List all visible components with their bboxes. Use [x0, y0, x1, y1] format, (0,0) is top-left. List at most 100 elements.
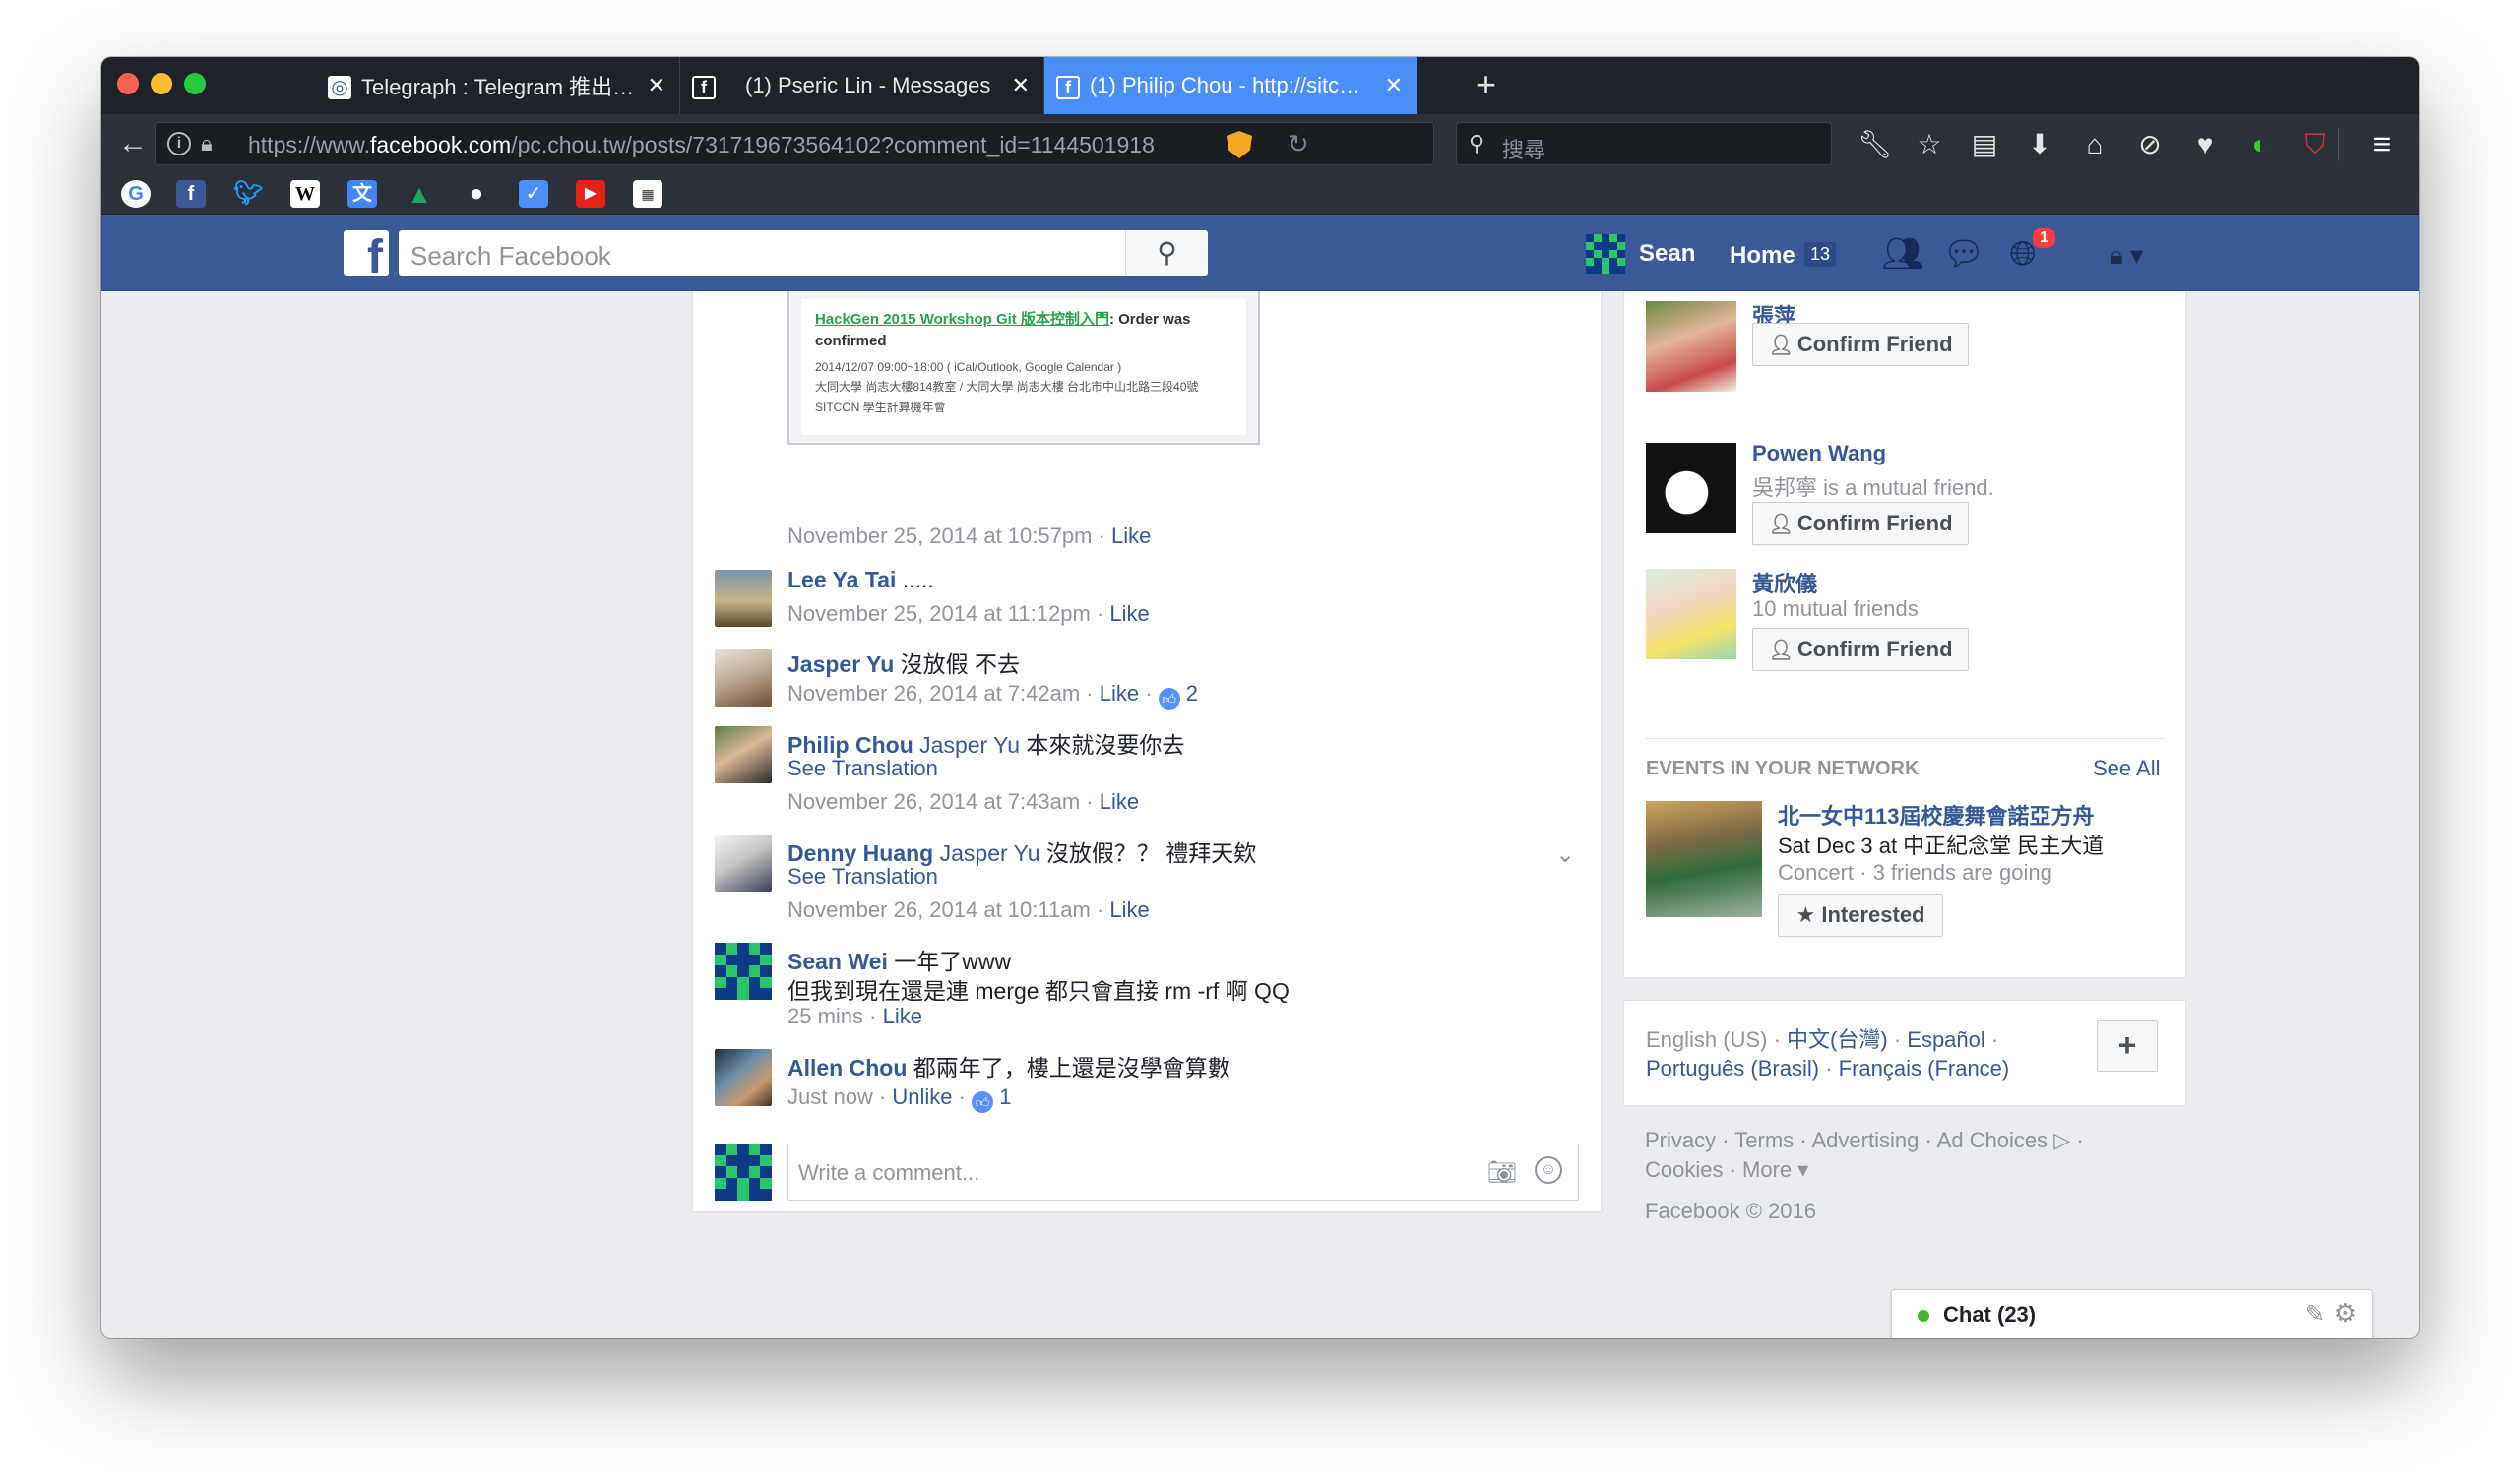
- post-meta: November 25, 2014 at 10:57pm · Like: [788, 524, 1152, 548]
- write-comment-input[interactable]: Write a comment... 📷︎ ☺: [788, 1144, 1579, 1201]
- see-translation-link[interactable]: See Translation: [788, 864, 938, 890]
- wrench-icon[interactable]: 🔧︎: [1858, 128, 1893, 161]
- youtube-bookmark-icon[interactable]: ▶: [576, 180, 605, 208]
- download-icon[interactable]: ⬇: [2023, 128, 2056, 161]
- close-tab-icon[interactable]: ✕: [1012, 73, 1030, 98]
- gear-icon[interactable]: ⚙: [2334, 1298, 2357, 1329]
- drive-bookmark-icon[interactable]: ▲: [405, 180, 434, 208]
- friend-request-name[interactable]: 黃欣儀: [1752, 567, 1817, 598]
- language-link[interactable]: 中文(台灣): [1787, 1027, 1888, 1052]
- pocket-icon[interactable]: ♥: [2188, 128, 2222, 161]
- like-link[interactable]: Like: [1100, 789, 1139, 814]
- camera-icon[interactable]: 📷︎: [1487, 1158, 1517, 1187]
- friend-requests-icon[interactable]: 👥︎: [1881, 236, 1924, 272]
- info-icon[interactable]: i: [167, 132, 191, 155]
- url-text[interactable]: https://www.facebook.com/pc.chou.tw/post…: [248, 132, 1193, 158]
- friend-request-photo[interactable]: [1646, 301, 1736, 392]
- close-window-button[interactable]: [117, 73, 139, 94]
- confirm-friend-button[interactable]: 👤︎ Confirm Friend: [1752, 323, 1969, 366]
- event-title[interactable]: 北一女中113屆校慶舞會諾亞方舟: [1778, 799, 2095, 831]
- lock-icon[interactable]: 🔒︎: [201, 131, 213, 156]
- tab-philip-chou[interactable]: f (1) Philip Chou - http://sitc… ✕: [1044, 57, 1417, 114]
- embedded-event-image[interactable]: HackGen 2015 Workshop Git 版本控制入門: Order …: [788, 291, 1260, 445]
- commenter-avatar[interactable]: [715, 570, 772, 627]
- twitter-bookmark-icon[interactable]: 🐦︎: [233, 180, 263, 208]
- google-bookmark-icon[interactable]: G: [121, 180, 151, 208]
- mention-link[interactable]: Jasper Yu: [933, 840, 1040, 866]
- todo-bookmark-icon[interactable]: ✓: [519, 180, 548, 208]
- bookmark-star-icon[interactable]: ☆: [1913, 128, 1946, 161]
- facebook-logo-icon[interactable]: f: [344, 230, 389, 276]
- translate-bookmark-icon[interactable]: 文: [347, 180, 377, 208]
- home-link[interactable]: Home: [1730, 242, 1796, 270]
- like-link[interactable]: Like: [1100, 681, 1139, 706]
- minimize-window-button[interactable]: [151, 73, 172, 94]
- unlike-link[interactable]: Unlike: [892, 1084, 952, 1109]
- event-photo[interactable]: [1646, 801, 1762, 917]
- friend-request-name[interactable]: Powen Wang: [1752, 441, 1886, 466]
- commenter-avatar[interactable]: [715, 649, 772, 707]
- emoji-icon[interactable]: ☺: [1535, 1156, 1562, 1184]
- github-bookmark-icon[interactable]: ●: [462, 180, 491, 208]
- see-all-link[interactable]: See All: [2093, 756, 2161, 781]
- like-count[interactable]: 1: [999, 1084, 1011, 1109]
- commenter-avatar[interactable]: [715, 943, 772, 1000]
- footer-links[interactable]: Privacy · Terms · Advertising · Ad Choic…: [1645, 1128, 2084, 1153]
- mention-link[interactable]: Jasper Yu: [914, 732, 1020, 758]
- commenter-name[interactable]: Allen Chou: [788, 1055, 907, 1081]
- commenter-avatar[interactable]: [715, 1049, 772, 1106]
- language-link[interactable]: Español: [1907, 1027, 1985, 1052]
- profile-link[interactable]: Sean: [1586, 234, 1695, 274]
- close-tab-icon[interactable]: ✕: [648, 73, 665, 98]
- search-button[interactable]: ⚲: [1125, 230, 1208, 276]
- confirm-friend-button[interactable]: 👤︎ Confirm Friend: [1752, 502, 1969, 545]
- wikipedia-bookmark-icon[interactable]: W: [290, 180, 320, 208]
- sync-icon[interactable]: ⊘: [2133, 128, 2167, 161]
- qrcode-bookmark-icon[interactable]: ▦: [633, 180, 662, 208]
- facebook-bookmark-icon[interactable]: f: [176, 180, 206, 208]
- commenter-avatar[interactable]: [715, 726, 772, 783]
- language-link[interactable]: Português (Brasil): [1646, 1056, 1819, 1081]
- like-link[interactable]: Like: [1109, 897, 1149, 922]
- interested-button[interactable]: ★ Interested: [1778, 894, 1943, 937]
- like-link[interactable]: Like: [883, 1004, 922, 1028]
- ublock-icon[interactable]: ⛉: [2299, 128, 2332, 161]
- confirm-friend-button[interactable]: 👤︎ Confirm Friend: [1752, 628, 1969, 671]
- footer-links[interactable]: Cookies · More ▾: [1645, 1157, 1808, 1183]
- chat-sidebar-button[interactable]: Chat (23) ✎ ⚙: [1891, 1289, 2373, 1338]
- telegraph-icon: ◎: [328, 76, 351, 99]
- tab-messages[interactable]: f (1) Pseric Lin - Messages ✕: [680, 57, 1044, 114]
- new-tab-button[interactable]: +: [1476, 67, 1496, 102]
- facebook-search-input[interactable]: Search Facebook ⚲: [399, 230, 1208, 276]
- commenter-name[interactable]: Sean Wei: [788, 949, 888, 974]
- friend-request-photo[interactable]: [1646, 569, 1736, 659]
- friend-request-photo[interactable]: [1646, 443, 1736, 533]
- commenter-name[interactable]: Philip Chou: [788, 732, 914, 758]
- chevron-down-icon[interactable]: ⌄: [1555, 840, 1575, 869]
- home-icon[interactable]: ⌂: [2078, 128, 2111, 161]
- back-arrow-icon[interactable]: ←: [111, 122, 155, 165]
- reload-icon[interactable]: ↻: [1288, 129, 1309, 159]
- browser-search-input[interactable]: ⚲ 搜尋: [1456, 122, 1832, 165]
- like-count[interactable]: 2: [1186, 681, 1198, 706]
- compose-icon[interactable]: ✎: [2305, 1300, 2325, 1329]
- commenter-name[interactable]: Jasper Yu: [788, 651, 894, 677]
- extension-icon[interactable]: ◐: [2243, 128, 2277, 161]
- like-link[interactable]: Like: [1109, 601, 1149, 626]
- language-link[interactable]: Français (France): [1839, 1056, 2010, 1081]
- close-tab-icon[interactable]: ✕: [1385, 73, 1403, 98]
- commenter-name[interactable]: Lee Ya Tai: [788, 567, 896, 592]
- messages-icon[interactable]: 💬︎: [1942, 236, 1985, 272]
- url-bar[interactable]: i 🔒︎ https://www.facebook.com/pc.chou.tw…: [155, 122, 1434, 165]
- zoom-window-button[interactable]: [184, 73, 206, 94]
- commenter-name[interactable]: Denny Huang: [788, 840, 933, 866]
- account-settings-icon[interactable]: 🔒︎ ▾: [2110, 240, 2143, 272]
- hamburger-menu-icon[interactable]: ≡: [2365, 128, 2399, 161]
- reading-list-icon[interactable]: ▤: [1968, 128, 2001, 161]
- tab-telegraph[interactable]: ◎ Telegraph : Telegram 推出… ✕: [316, 57, 680, 114]
- commenter-avatar[interactable]: [715, 835, 772, 892]
- see-translation-link[interactable]: See Translation: [788, 756, 938, 781]
- like-link[interactable]: Like: [1111, 524, 1151, 548]
- add-language-button[interactable]: +: [2097, 1020, 2158, 1072]
- shield-extension-icon[interactable]: [1227, 131, 1252, 158]
